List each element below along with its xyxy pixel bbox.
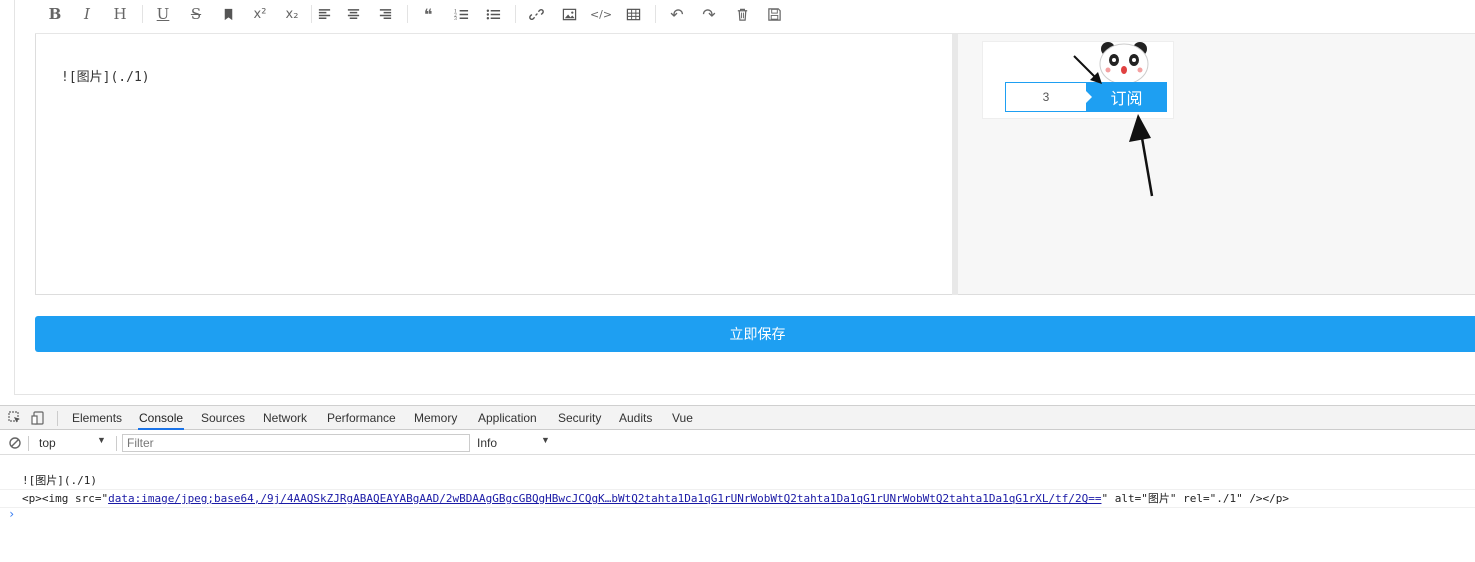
chevron-down-icon[interactable]: ▼ xyxy=(97,435,106,445)
console-prompt-icon[interactable]: › xyxy=(8,507,15,521)
unordered-list-icon[interactable] xyxy=(482,4,504,24)
tab-memory[interactable]: Memory xyxy=(413,406,458,430)
editor-toolbar: B I H U S x² x₂ ❝ 123 </> ↶ ↷ xyxy=(35,0,1475,34)
align-center-icon[interactable] xyxy=(342,4,364,24)
devtools-divider xyxy=(57,411,58,426)
code-icon[interactable]: </> xyxy=(590,4,612,24)
save-icon[interactable] xyxy=(763,4,785,24)
subscribe-button[interactable]: 订阅 xyxy=(1086,82,1167,112)
svg-text:3: 3 xyxy=(454,16,457,22)
bookmark-icon[interactable] xyxy=(217,4,239,24)
bold-icon[interactable]: B xyxy=(44,4,66,24)
tab-security[interactable]: Security xyxy=(557,406,602,430)
undo-icon[interactable]: ↶ xyxy=(666,4,688,24)
device-toolbar-icon[interactable] xyxy=(31,411,45,425)
toolbar-divider xyxy=(311,5,312,23)
ordered-list-icon[interactable]: 123 xyxy=(450,4,472,24)
preview-pane: 3 订阅 xyxy=(958,34,1475,295)
log-text: <p><img src=" xyxy=(22,492,109,505)
tab-application[interactable]: Application xyxy=(477,406,538,430)
save-now-button[interactable]: 立即保存 xyxy=(35,316,1475,352)
devtools-panel: Elements Console Sources Network Perform… xyxy=(0,405,1475,562)
table-icon[interactable] xyxy=(622,4,644,24)
redo-icon[interactable]: ↷ xyxy=(698,4,720,24)
subscript-icon[interactable]: x₂ xyxy=(281,4,303,24)
markdown-editor[interactable]: ![图片](./1) xyxy=(35,34,952,295)
tab-sources[interactable]: Sources xyxy=(200,406,246,430)
panda-icon xyxy=(1099,42,1149,84)
heading-icon[interactable]: H xyxy=(109,4,131,24)
quote-icon[interactable]: ❝ xyxy=(417,4,439,24)
log-text: " alt="图片" rel="./1" /></p> xyxy=(1101,492,1290,505)
trash-icon[interactable] xyxy=(731,4,753,24)
devtools-tabbar: Elements Console Sources Network Perform… xyxy=(0,406,1475,430)
link-icon[interactable] xyxy=(525,4,547,24)
toolbar-divider xyxy=(142,5,143,23)
console-filterbar: top ▼ Filter Info ▼ xyxy=(0,431,1475,455)
devtools-divider xyxy=(116,436,117,451)
tab-performance[interactable]: Performance xyxy=(326,406,397,430)
chevron-down-icon[interactable]: ▼ xyxy=(541,435,550,445)
superscript-icon[interactable]: x² xyxy=(249,4,271,24)
subscribe-count-input[interactable]: 3 xyxy=(1005,82,1087,112)
toolbar-divider xyxy=(407,5,408,23)
context-selector[interactable]: top xyxy=(39,436,56,450)
tab-network[interactable]: Network xyxy=(262,406,308,430)
devtools-divider xyxy=(28,436,29,451)
image-icon[interactable] xyxy=(558,4,580,24)
toolbar-divider xyxy=(515,5,516,23)
align-left-icon[interactable] xyxy=(313,4,335,24)
data-url-link[interactable]: data:image/jpeg;base64,/9j/4AAQSkZJRgABA… xyxy=(108,492,1101,505)
editor-content[interactable]: ![图片](./1) xyxy=(61,66,150,85)
strikethrough-icon[interactable]: S xyxy=(185,4,207,24)
tab-console[interactable]: Console xyxy=(138,406,185,430)
subscribe-widget: 3 订阅 xyxy=(982,41,1174,119)
align-right-icon[interactable] xyxy=(374,4,396,24)
log-level-selector[interactable]: Info xyxy=(477,436,497,450)
underline-icon[interactable]: U xyxy=(152,4,174,24)
app-page: B I H U S x² x₂ ❝ 123 </> ↶ ↷ ![图片](./1)… xyxy=(0,0,1475,405)
subscribe-button-notch xyxy=(1086,91,1092,103)
console-log-line: ![图片](./1) xyxy=(0,472,1475,490)
clear-console-icon[interactable] xyxy=(8,436,22,450)
toolbar-divider xyxy=(655,5,656,23)
console-log-line: <p><img src="data:image/jpeg;base64,/9j/… xyxy=(0,490,1475,508)
tab-elements[interactable]: Elements xyxy=(71,406,123,430)
tab-vue[interactable]: Vue xyxy=(671,406,694,430)
italic-icon[interactable]: I xyxy=(76,4,98,24)
inspect-element-icon[interactable] xyxy=(8,411,22,425)
console-filter-input[interactable]: Filter xyxy=(122,434,470,452)
tab-audits[interactable]: Audits xyxy=(618,406,653,430)
